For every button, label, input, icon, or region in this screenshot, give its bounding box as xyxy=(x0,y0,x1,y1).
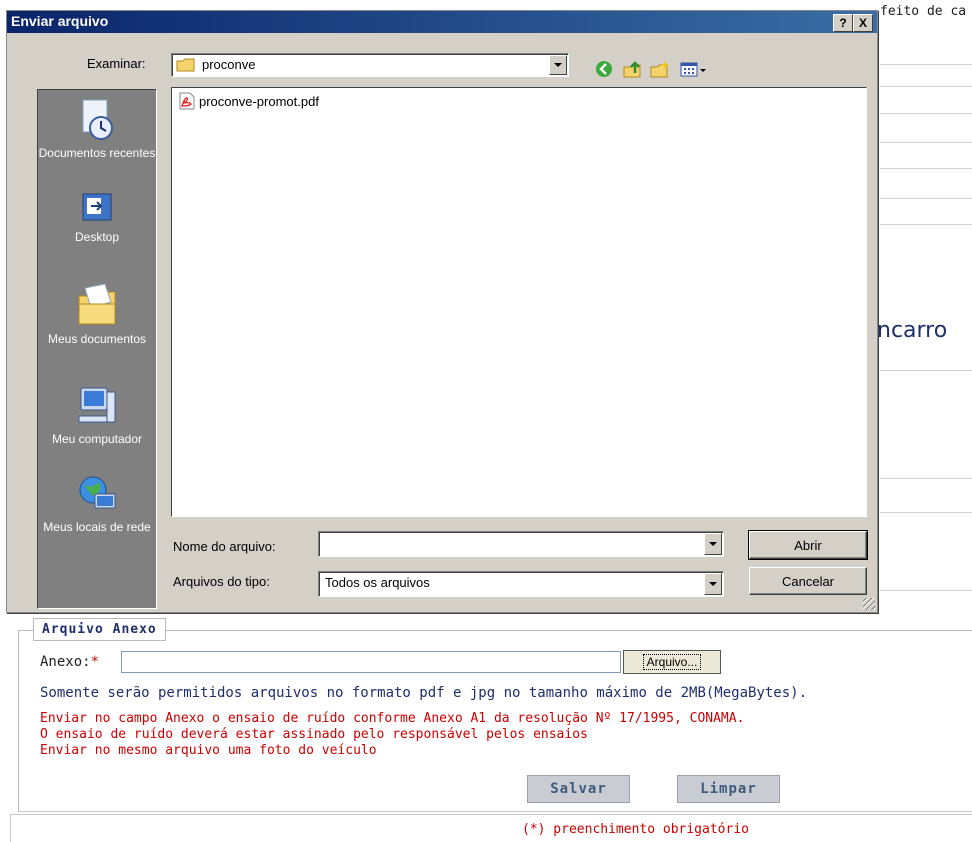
place-network-places[interactable]: Meus locais de rede xyxy=(38,474,156,534)
signature-instruction: O ensaio de ruído deverá estar assinado … xyxy=(40,727,588,742)
filename-input[interactable] xyxy=(318,531,724,557)
background-divider xyxy=(880,198,972,199)
background-divider xyxy=(880,512,972,513)
background-divider xyxy=(880,168,972,169)
dialog-title: Enviar arquivo xyxy=(11,13,109,29)
browse-file-button-label: Arquivo... xyxy=(642,654,702,670)
look-in-select[interactable]: proconve xyxy=(171,53,569,77)
anexo-label-text: Anexo: xyxy=(40,654,91,670)
filetype-select[interactable]: Todos os arquivos xyxy=(318,571,724,597)
attachment-legend: Arquivo Anexo xyxy=(33,618,166,641)
filename-label: Nome do arquivo: xyxy=(173,539,276,554)
new-folder-icon[interactable] xyxy=(649,58,671,80)
resize-grip-icon[interactable] xyxy=(863,598,875,610)
filetype-value: Todos os arquivos xyxy=(325,575,430,590)
help-button[interactable]: ? xyxy=(833,14,853,32)
place-label: Meu computador xyxy=(51,432,143,446)
background-divider xyxy=(880,590,972,591)
file-size-info: Somente serão permitidos arquivos no for… xyxy=(40,685,808,701)
place-my-computer[interactable]: Meu computador xyxy=(38,386,156,446)
folder-icon xyxy=(176,58,195,72)
required-mark: * xyxy=(90,654,100,670)
file-name: proconve-promot.pdf xyxy=(199,93,319,109)
my-computer-icon xyxy=(78,387,116,423)
background-divider xyxy=(880,113,972,114)
chevron-down-icon[interactable] xyxy=(704,573,722,595)
recent-documents-icon xyxy=(82,99,113,140)
place-desktop[interactable]: Desktop xyxy=(38,190,156,244)
back-icon[interactable] xyxy=(593,58,615,80)
anexo-label: Anexo:* xyxy=(40,654,99,670)
dialog-titlebar[interactable]: Enviar arquivo ? X xyxy=(7,11,877,33)
background-divider xyxy=(880,142,972,143)
background-page-top xyxy=(0,0,880,8)
cancel-button[interactable]: Cancelar xyxy=(749,567,867,595)
background-heading-fragment: feito de ca xyxy=(880,4,967,19)
place-my-documents[interactable]: Meus documentos xyxy=(38,282,156,346)
browse-file-button[interactable]: Arquivo... xyxy=(623,650,721,674)
footer-bar xyxy=(10,814,972,842)
place-label: Documentos recentes xyxy=(38,146,156,160)
file-open-dialog: Enviar arquivo ? X Examinar: proconve Do… xyxy=(6,10,878,613)
list-item[interactable]: proconve-promot.pdf xyxy=(178,92,319,110)
view-menu-icon[interactable] xyxy=(679,58,709,80)
place-label: Desktop xyxy=(74,230,120,244)
desktop-icon xyxy=(82,193,112,221)
network-places-icon xyxy=(79,476,116,509)
my-documents-icon xyxy=(78,283,116,325)
place-label: Meus locais de rede xyxy=(43,520,151,534)
anexo-file-input[interactable] xyxy=(121,651,621,673)
background-divider xyxy=(880,370,972,371)
filetype-label: Arquivos do tipo: xyxy=(173,574,270,589)
places-bar: Documentos recentes Desktop Meus documen… xyxy=(37,89,157,609)
required-fields-note: (*) preenchimento obrigatório xyxy=(522,822,749,837)
up-folder-icon[interactable] xyxy=(621,58,643,80)
place-label: Meus documentos xyxy=(47,332,147,346)
file-list[interactable]: proconve-promot.pdf xyxy=(171,87,867,517)
open-button[interactable]: Abrir xyxy=(748,530,868,560)
background-divider xyxy=(880,86,972,87)
background-section-heading-fragment: ncarro xyxy=(877,318,948,343)
background-divider xyxy=(880,64,972,65)
chevron-down-icon[interactable] xyxy=(549,55,567,75)
salvar-button[interactable]: Salvar xyxy=(527,775,630,803)
chevron-down-icon[interactable] xyxy=(704,533,722,555)
vehicle-photo-instruction: Enviar no mesmo arquivo uma foto do veíc… xyxy=(40,743,377,758)
background-divider xyxy=(880,478,972,479)
place-recent-documents[interactable]: Documentos recentes xyxy=(38,98,156,160)
limpar-button[interactable]: Limpar xyxy=(677,775,780,803)
pdf-file-icon xyxy=(179,92,195,110)
close-button[interactable]: X xyxy=(853,14,873,32)
noise-test-instruction: Enviar no campo Anexo o ensaio de ruído … xyxy=(40,711,745,726)
look-in-value: proconve xyxy=(202,57,256,72)
background-divider xyxy=(880,224,972,225)
look-in-label: Examinar: xyxy=(87,56,146,71)
